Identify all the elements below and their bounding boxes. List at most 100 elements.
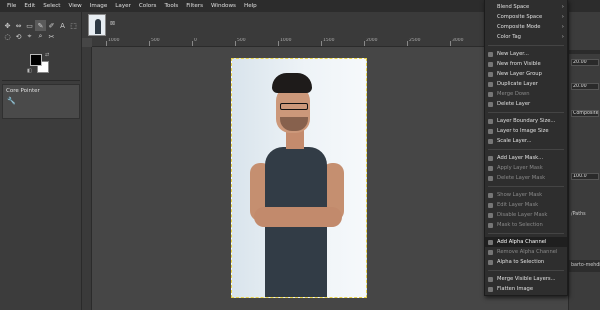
submenu-arrow-icon: › [561, 24, 564, 30]
menu-item-layer-to-image-size[interactable]: Layer to Image Size [485, 126, 567, 136]
menu-item-label: Merge Visible Layers... [497, 276, 556, 282]
menu-item-label: Flatten Image [497, 286, 534, 292]
layer-boundary-size-icon [488, 118, 493, 124]
menu-filters[interactable]: Filters [182, 0, 207, 12]
delete-layer-mask-icon [488, 175, 493, 181]
menu-item-disable-layer-mask[interactable]: Disable Layer Mask [485, 210, 567, 220]
menu-edit[interactable]: Edit [20, 0, 39, 12]
menu-item-label: Show Layer Mask [497, 192, 543, 198]
close-tab-icon[interactable]: ⊠ [110, 20, 115, 27]
menu-item-merge-visible-layers[interactable]: Merge Visible Layers... [485, 274, 567, 284]
menu-item-remove-alpha-channel[interactable]: Remove Alpha Channel [485, 247, 567, 257]
pen-icon[interactable]: ✎ [35, 20, 46, 31]
measure-icon[interactable]: ✂ [46, 31, 57, 42]
menu-item-color-tag[interactable]: Color Tag › [485, 32, 567, 42]
menu-item-add-layer-mask[interactable]: Add Layer Mask... [485, 153, 567, 163]
menu-item-label: Layer to Image Size [497, 128, 549, 134]
image-canvas[interactable] [231, 58, 367, 298]
menu-item-label: Scale Layer... [497, 138, 532, 144]
size-field[interactable]: 20.00 [571, 59, 599, 66]
ruler-label: 1000 [280, 38, 292, 43]
menu-select[interactable]: Select [39, 0, 64, 12]
ruler-tick [149, 41, 150, 46]
rect-select-icon[interactable]: ⬚ [68, 20, 79, 31]
spacing-field[interactable]: 20.00 [571, 83, 599, 90]
path-icon[interactable]: ✐ [46, 20, 57, 31]
menu-separator [488, 270, 564, 271]
warp-icon[interactable]: ◌ [2, 31, 13, 42]
menu-item-new-from-visible[interactable]: New from Visible [485, 59, 567, 69]
paths-tab[interactable]: /Paths [571, 212, 586, 217]
menu-item-apply-layer-mask[interactable]: Apply Layer Mask [485, 163, 567, 173]
apply-layer-mask-icon [488, 165, 493, 171]
text-icon[interactable]: A [57, 20, 68, 31]
menu-item-delete-layer[interactable]: Delete Layer [485, 99, 567, 109]
align-icon[interactable]: ⇔ [13, 20, 24, 31]
color-swatches: ⇄ ◧ [27, 52, 50, 74]
ruler-label: 500 [237, 38, 246, 43]
merge-visible-layers-icon [488, 276, 493, 282]
tool-grid: ✥ ⇔ ▭ ✎ ✐ A ⬚ ◌ ⟲ ⌖ ⌕ ✂ [2, 20, 80, 42]
menu-file[interactable]: File [3, 0, 20, 12]
swap-colors-icon[interactable]: ⇄ [45, 52, 49, 58]
ruler-label: 500 [151, 38, 160, 43]
flatten-image-icon [488, 286, 493, 292]
new-from-visible-icon [488, 61, 493, 67]
disable-layer-mask-icon [488, 212, 493, 218]
menu-help[interactable]: Help [240, 0, 261, 12]
menu-item-scale-layer[interactable]: Scale Layer... [485, 136, 567, 146]
menu-item-label: Color Tag [497, 34, 521, 40]
menu-item-edit-layer-mask[interactable]: Edit Layer Mask [485, 200, 567, 210]
menu-item-layer-boundary-size[interactable]: Layer Boundary Size... [485, 116, 567, 126]
menu-item-label: Alpha to Selection [497, 259, 545, 265]
menu-image[interactable]: Image [86, 0, 112, 12]
menu-item-composite-mode[interactable]: Composite Mode › [485, 22, 567, 32]
menu-view[interactable]: View [64, 0, 85, 12]
menu-separator [488, 233, 564, 234]
opacity-field[interactable]: 100.0 [571, 173, 599, 180]
menu-windows[interactable]: Windows [207, 0, 240, 12]
pointer-icon: 🔧 [7, 97, 16, 105]
crop-icon[interactable]: ▭ [24, 20, 35, 31]
menu-item-composite-space[interactable]: Composite Space › [485, 12, 567, 22]
mode-field[interactable]: Composite [571, 110, 599, 117]
merge-down-icon [488, 91, 493, 97]
zoom-icon[interactable]: ⌕ [35, 31, 46, 42]
menu-layer[interactable]: Layer [111, 0, 135, 12]
menu-item-label: Disable Layer Mask [497, 212, 548, 218]
toolbox: ✥ ⇔ ▭ ✎ ✐ A ⬚ ◌ ⟲ ⌖ ⌕ ✂ ⇄ ◧ Core Pointer 🔧 [0, 12, 82, 310]
menu-item-merge-down[interactable]: Merge Down [485, 89, 567, 99]
foreground-color[interactable] [30, 54, 42, 66]
ruler-tick [278, 41, 279, 46]
menu-item-new-layer-group[interactable]: New Layer Group [485, 69, 567, 79]
menu-item-blend-space[interactable]: Blend Space › [485, 2, 567, 12]
menu-item-add-alpha-channel[interactable]: Add Alpha Channel [485, 237, 567, 247]
layer-to-image-size-icon [488, 128, 493, 134]
ruler-tick [407, 41, 408, 46]
menu-colors[interactable]: Colors [135, 0, 161, 12]
menu-item-show-layer-mask[interactable]: Show Layer Mask [485, 190, 567, 200]
menu-item-duplicate-layer[interactable]: Duplicate Layer [485, 79, 567, 89]
menu-item-mask-to-selection[interactable]: Mask to Selection [485, 220, 567, 230]
divider [2, 80, 80, 81]
submenu-arrow-icon: › [561, 4, 564, 10]
layer-row[interactable]: barto-mehdi [569, 260, 600, 272]
image-thumbnail[interactable] [88, 14, 106, 36]
color-picker-icon[interactable]: ⌖ [24, 31, 35, 42]
menu-item-label: Layer Boundary Size... [497, 118, 556, 124]
menu-item-flatten-image[interactable]: Flatten Image [485, 284, 567, 294]
transform-icon[interactable]: ⟲ [13, 31, 24, 42]
menu-item-alpha-to-selection[interactable]: Alpha to Selection [485, 257, 567, 267]
ruler-tick [364, 41, 365, 46]
reset-colors-icon[interactable]: ◧ [27, 68, 32, 74]
right-dock: 20.00 20.00 Composite 100.0 /Paths barto… [568, 12, 600, 310]
tool-options-title: Core Pointer [6, 88, 40, 94]
menu-item-label: Mask to Selection [497, 222, 543, 228]
move-icon[interactable]: ✥ [2, 20, 13, 31]
menu-item-label: Duplicate Layer [497, 81, 538, 87]
menu-item-delete-layer-mask[interactable]: Delete Layer Mask [485, 173, 567, 183]
menu-tools[interactable]: Tools [160, 0, 182, 12]
menu-item-new-layer[interactable]: New Layer... [485, 49, 567, 59]
menu-item-label: New Layer Group [497, 71, 542, 77]
layer-context-menu: Blend Space › Composite Space › Composite Mo… [484, 0, 568, 296]
